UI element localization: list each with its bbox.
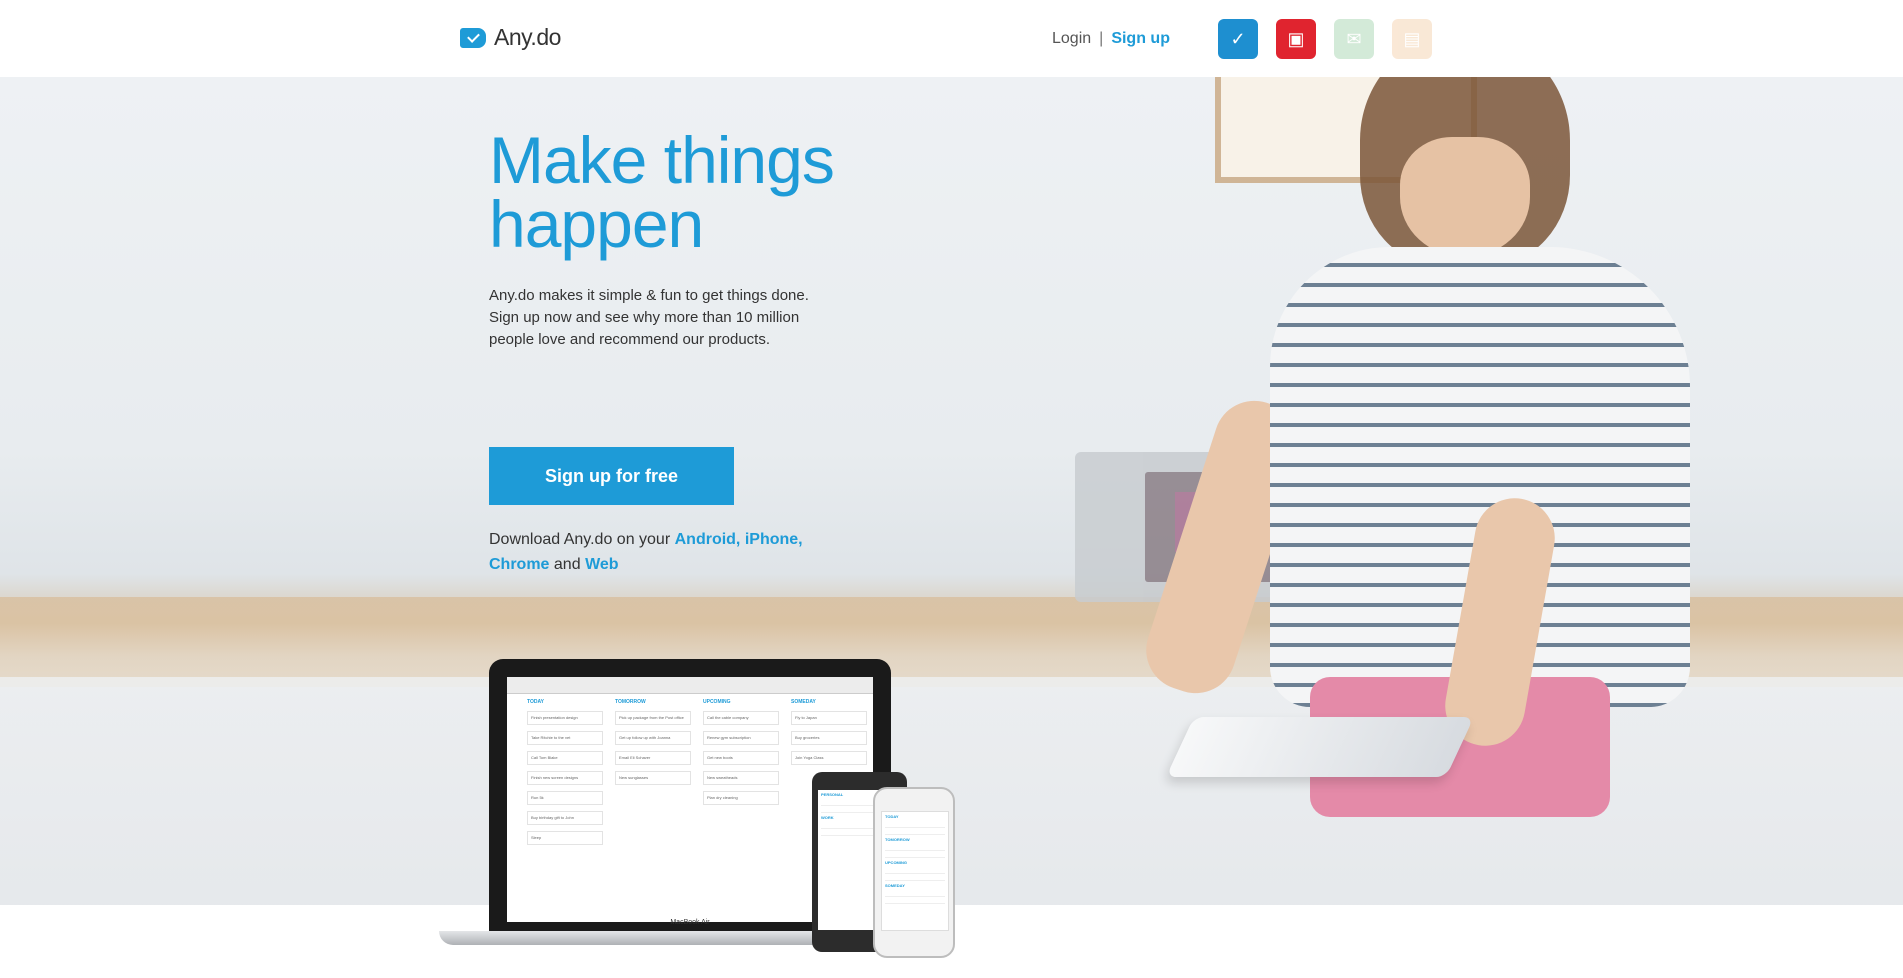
task-item: Run 5k xyxy=(527,791,603,805)
web-link[interactable]: Web xyxy=(585,556,618,573)
phone2-screen: TODAY TOMORROW UPCOMING SOMEDAY xyxy=(881,811,949,931)
hero-subtitle: Any.do makes it simple & fun to get thin… xyxy=(489,287,809,348)
task-item: Pick up package from the Post office xyxy=(615,711,691,725)
signup-link[interactable]: Sign up xyxy=(1111,30,1170,48)
anydo-check-icon xyxy=(460,27,486,48)
task-item: Sleep xyxy=(527,831,603,845)
task-item: New sunglasses xyxy=(615,771,691,785)
phone-task-line xyxy=(885,828,945,835)
column-title: TODAY xyxy=(527,699,544,705)
column-title: SOMEDAY xyxy=(791,699,816,705)
login-link[interactable]: Login xyxy=(1052,30,1091,48)
hero-background xyxy=(0,77,1903,905)
phone-task-line xyxy=(885,874,945,881)
notes-app-icon[interactable]: ▤ xyxy=(1392,19,1432,59)
column-title: TOMORROW xyxy=(615,699,646,705)
auth-links: Login | Sign up xyxy=(1052,30,1170,48)
android-link[interactable]: Android, xyxy=(675,531,741,548)
task-item: Join Yoga Class xyxy=(791,751,867,765)
hero-headline: Make things happen xyxy=(489,123,835,261)
woman-with-tablet-image xyxy=(1130,77,1780,905)
column-title: UPCOMING xyxy=(703,699,731,705)
task-item: New sweatheads xyxy=(703,771,779,785)
phone-task-line xyxy=(885,890,945,897)
task-item: Take Ritchie to the vet xyxy=(527,731,603,745)
phone-task-line xyxy=(885,851,945,858)
task-item: Get new boots xyxy=(703,751,779,765)
task-item: Buy birthday gift to John xyxy=(527,811,603,825)
phone-section: UPCOMING xyxy=(885,860,907,865)
todo-app-icon[interactable]: ✓ xyxy=(1218,19,1258,59)
task-item: Buy groceries xyxy=(791,731,867,745)
phone-section: TODAY xyxy=(885,814,899,819)
board-column: UPCOMING Call the cable company Renew gym … xyxy=(703,699,779,851)
task-item: Get up follow up with Joanna xyxy=(615,731,691,745)
auth-separator: | xyxy=(1099,30,1104,47)
signup-free-button[interactable]: Sign up for free xyxy=(489,447,734,505)
iphone-link[interactable]: iPhone, xyxy=(745,531,803,548)
phone-task-line xyxy=(885,897,945,904)
task-item: Fly to Japan xyxy=(791,711,867,725)
calendar-app-icon[interactable]: ▣ xyxy=(1276,19,1316,59)
task-item: Plan dry cleaning xyxy=(703,791,779,805)
phone-task-line xyxy=(885,867,945,874)
anydo-logo[interactable]: Any.do xyxy=(460,24,561,51)
phone-section: TOMORROW xyxy=(885,837,910,842)
task-item: Renew gym subscription xyxy=(703,731,779,745)
task-item: Call the cable company xyxy=(703,711,779,725)
tablet xyxy=(1166,717,1474,777)
phone-task-line xyxy=(885,844,945,851)
chrome-link[interactable]: Chrome xyxy=(489,556,549,573)
download-text: Download Any.do on your Android, iPhone,… xyxy=(489,531,803,573)
task-item: Email Eli Schaver xyxy=(615,751,691,765)
mail-app-icon[interactable]: ✉ xyxy=(1334,19,1374,59)
phone-task-line xyxy=(885,821,945,828)
app-icons: ✓ ▣ ✉ ▤ xyxy=(1218,19,1432,59)
task-item: Finish presentation design xyxy=(527,711,603,725)
board-column: TOMORROW Pick up package from the Post of… xyxy=(615,699,691,851)
task-item: Call Tom Blake xyxy=(527,751,603,765)
phone-section: SOMEDAY xyxy=(885,883,905,888)
logo-text: Any.do xyxy=(494,24,561,50)
board-column: TODAY Finish presentation design Take Ritc… xyxy=(527,699,603,851)
task-item: Finish new screen designs xyxy=(527,771,603,785)
browser-toolbar xyxy=(507,677,873,694)
iphone-mockup: TODAY TOMORROW UPCOMING SOMEDAY xyxy=(873,787,955,958)
top-navbar: Any.do Login | Sign up ✓ ▣ ✉ ▤ xyxy=(0,0,1903,77)
